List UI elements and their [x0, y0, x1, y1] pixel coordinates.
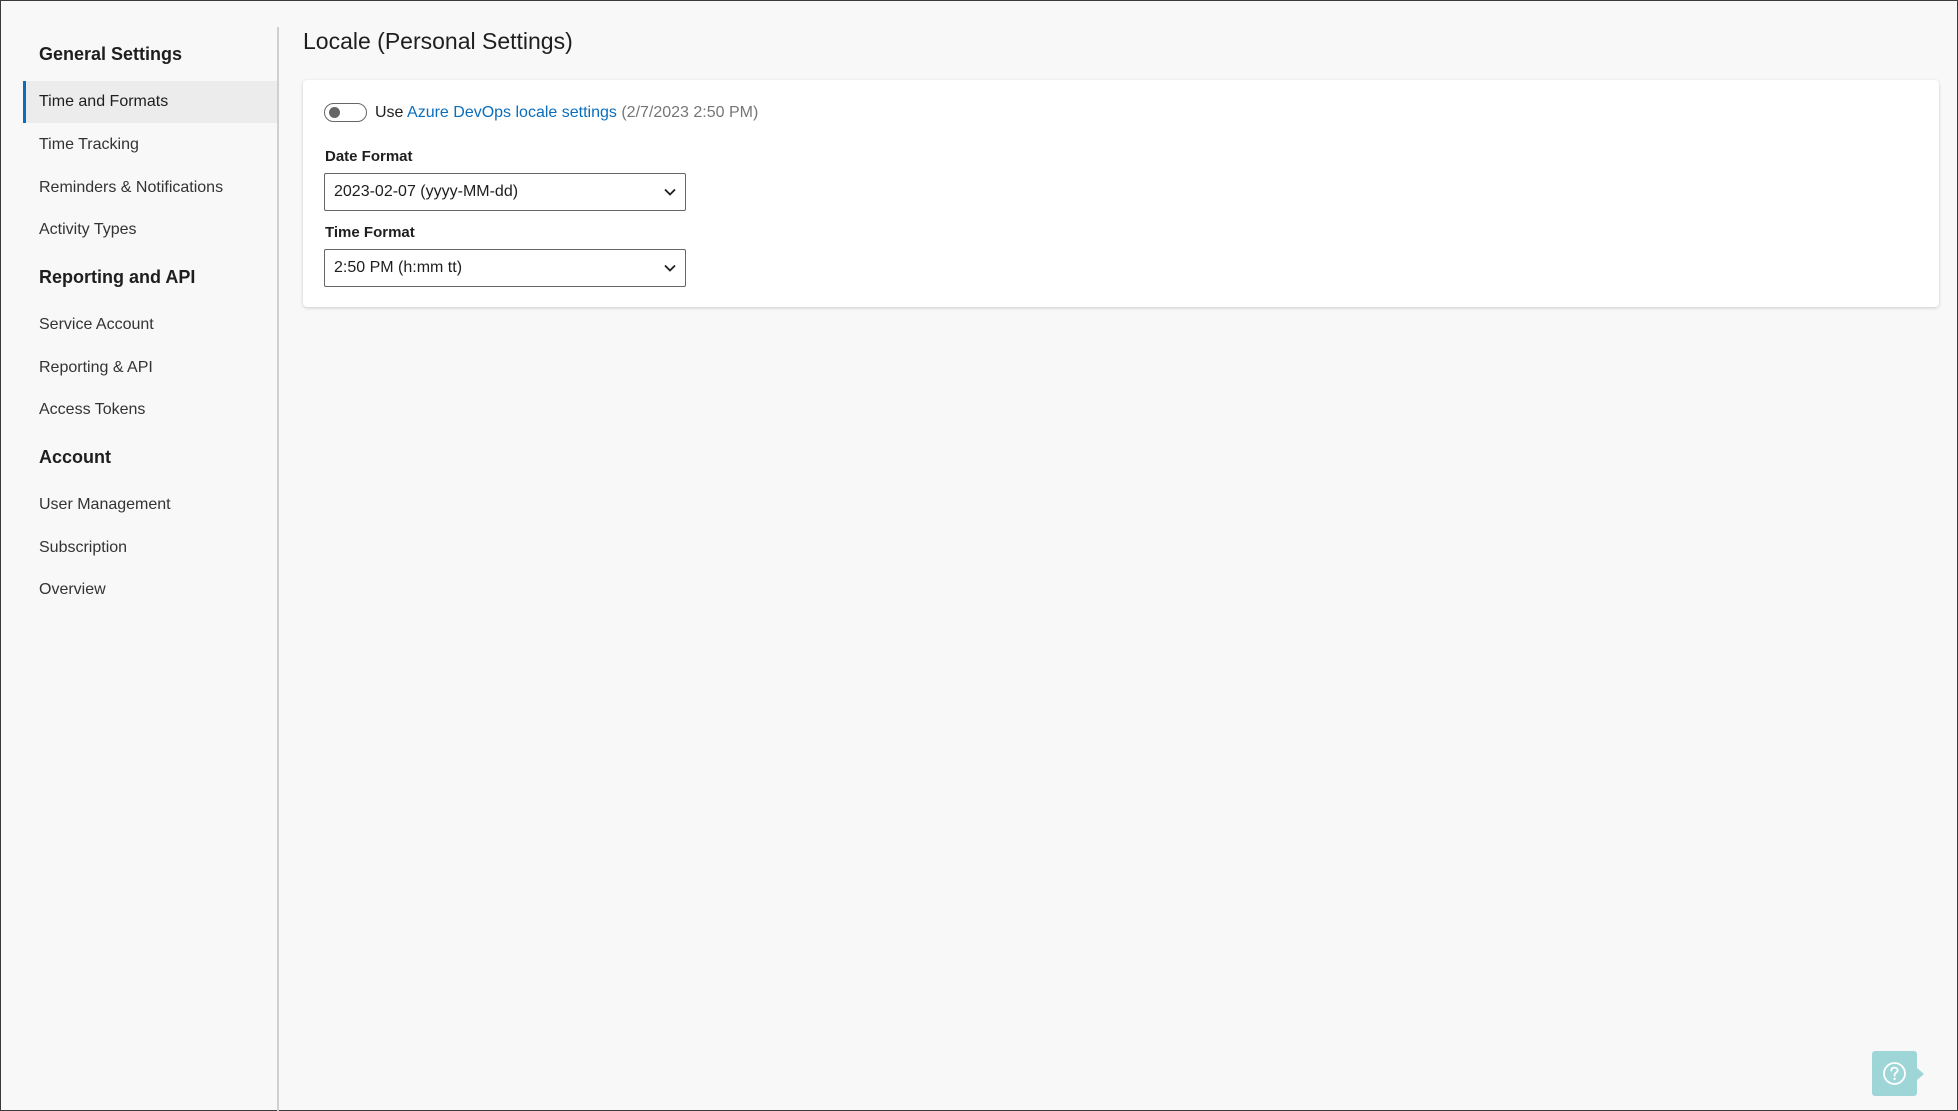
locale-toggle[interactable] — [324, 103, 367, 122]
section-header-general-settings: General Settings — [39, 44, 183, 64]
app-window: General Settings Time and Formats Time T… — [0, 0, 1958, 1111]
sidebar-item-reporting-api[interactable]: Reporting & API — [23, 347, 277, 389]
section-header-account: Account — [39, 447, 111, 467]
date-format-label: Date Format — [325, 148, 413, 165]
locale-settings-card: Use Azure DevOps locale settings (2/7/20… — [303, 80, 1939, 307]
section-header-reporting-and-api: Reporting and API — [39, 267, 196, 287]
date-format-dropdown[interactable]: 2023-02-07 (yyyy-MM-dd) — [324, 173, 686, 211]
sidebar-item-subscription[interactable]: Subscription — [23, 527, 277, 569]
date-format-value: 2023-02-07 (yyyy-MM-dd) — [334, 183, 519, 200]
question-mark-icon — [1883, 1062, 1906, 1085]
current-locale-preview: (2/7/2023 2:50 PM) — [621, 104, 759, 121]
time-format-label: Time Format — [325, 224, 415, 241]
time-format-value: 2:50 PM (h:mm tt) — [334, 259, 463, 276]
sidebar-item-activity-types[interactable]: Activity Types — [23, 209, 277, 251]
time-format-dropdown[interactable]: 2:50 PM (h:mm tt) — [324, 249, 686, 287]
toggle-label: Use Azure DevOps locale settings (2/7/20… — [375, 103, 758, 123]
sidebar-item-user-management[interactable]: User Management — [23, 484, 277, 526]
sidebar-item-time-tracking[interactable]: Time Tracking — [23, 124, 277, 166]
sidebar-item-reminders-notifications[interactable]: Reminders & Notifications — [23, 167, 277, 209]
toggle-knob — [329, 107, 340, 118]
chevron-down-icon — [664, 264, 676, 272]
sidebar-item-overview[interactable]: Overview — [23, 569, 277, 611]
chevron-down-icon — [664, 188, 676, 196]
settings-sidebar: General Settings Time and Formats Time T… — [23, 27, 279, 1111]
page-title: Locale (Personal Settings) — [303, 28, 573, 54]
sidebar-item-service-account[interactable]: Service Account — [23, 304, 277, 346]
sidebar-item-access-tokens[interactable]: Access Tokens — [23, 389, 277, 431]
sidebar-item-time-and-formats[interactable]: Time and Formats — [23, 81, 277, 123]
toggle-label-prefix: Use — [375, 104, 404, 121]
help-button[interactable] — [1872, 1051, 1924, 1096]
azure-devops-locale-link[interactable]: Azure DevOps locale settings — [407, 104, 617, 121]
